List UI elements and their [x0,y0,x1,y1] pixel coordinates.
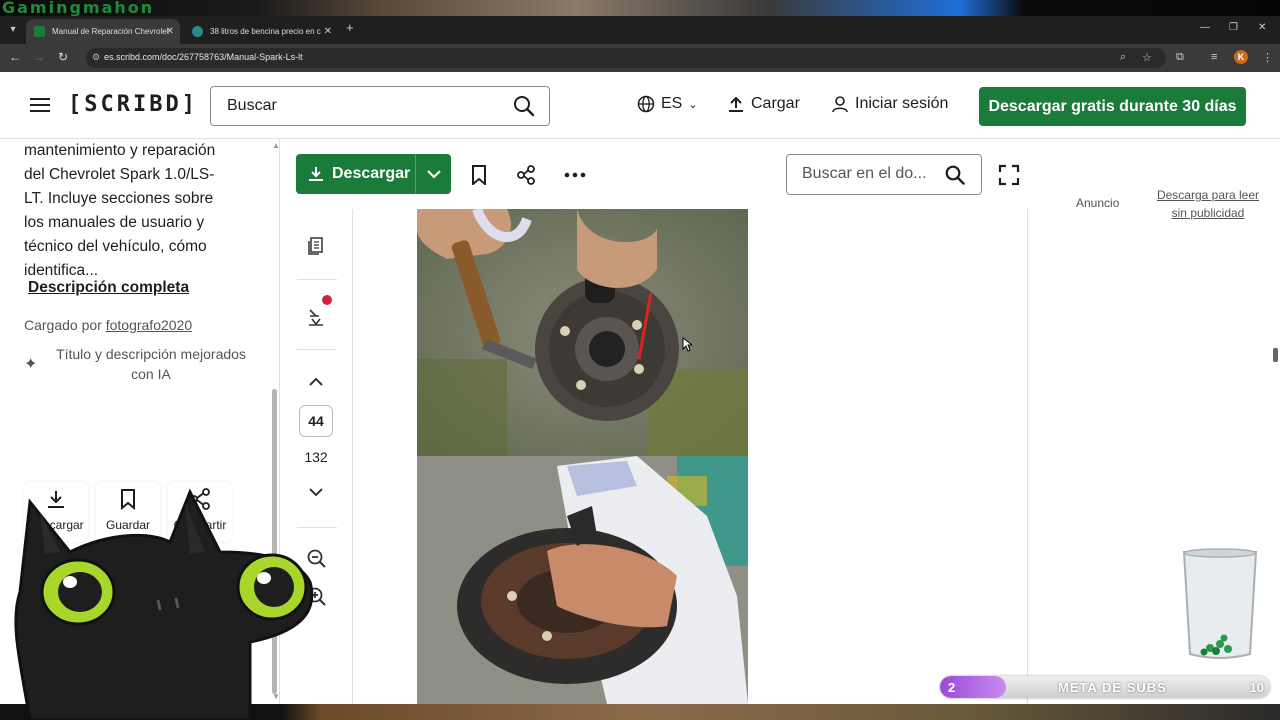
sparkle-icon: ✦ [24,356,38,373]
upload-icon [729,96,743,112]
full-description-link[interactable]: Descripción completa [28,279,189,297]
button-divider [415,154,416,194]
login-button[interactable]: Iniciar sesión [831,95,948,113]
chevron-up-icon[interactable] [307,375,325,387]
browser-tab-bar: ▾ Manual de Reparación Chevrolet ✕ 38 li… [0,16,1280,44]
search-icon[interactable] [513,95,535,117]
subs-goal-bar: 2 META DE SUBS 10 [940,676,1270,698]
document-search[interactable] [786,154,982,195]
mouse-cursor-icon [682,337,692,352]
globe-favicon-icon [192,26,203,37]
document-download-button[interactable]: Descargar [296,154,451,194]
scribd-logo[interactable]: [SCRIBD] [68,92,198,117]
minimize-icon[interactable]: — [1200,22,1210,33]
globe-icon [637,95,655,113]
ai-note-text: Título y descripción mejorados con IA [56,346,246,382]
tab-title: Manual de Reparación Chevrolet [52,27,169,36]
brake-drum-photo-top [417,209,748,456]
chevron-down-icon: ⌄ [688,98,698,111]
browser-menu-icon[interactable]: ⋮ [1262,51,1273,64]
zoom-icon[interactable]: ⌕ [1120,51,1126,64]
site-info-icon[interactable]: ⚙ [92,52,100,63]
scribd-favicon-icon [34,26,45,37]
uploaded-by: Cargado por fotografo2020 [24,317,192,333]
coin-jar-overlay [1180,548,1260,662]
browser-tab-scribd[interactable]: Manual de Reparación Chevrolet ✕ [26,19,180,44]
document-search-input[interactable] [802,165,937,183]
tab-close-icon[interactable]: ✕ [166,19,174,44]
user-icon [832,96,848,113]
upload-label: Cargar [751,95,800,112]
upload-button[interactable]: Cargar [727,95,800,113]
tab-search-menu-icon[interactable]: ▾ [4,21,22,39]
back-icon[interactable]: ← [7,50,23,64]
document-toolbar: Descargar [281,139,1045,209]
subs-title: META DE SUBS [1058,680,1167,695]
reload-icon[interactable]: ↻ [55,50,71,64]
tab-close-icon[interactable]: ✕ [324,19,332,44]
login-label: Iniciar sesión [855,95,949,112]
tab-title: 38 litros de bencina precio en c [210,27,321,36]
notification-dot [322,295,332,305]
document-download-label: Descargar [332,165,411,182]
site-header: [SCRIBD] ES ⌄ Cargar [0,72,1280,139]
free-trial-button[interactable]: Descargar gratis durante 30 días [979,87,1246,126]
language-selector[interactable]: ES ⌄ [637,95,698,113]
ai-note: ✦ Título y descripción mejorados con IA [24,344,254,384]
download-icon [309,167,323,181]
page-scroll-thumb[interactable] [1273,348,1278,362]
site-search-input[interactable] [227,97,497,115]
media-icon[interactable]: ≡ [1211,51,1217,63]
document-description: mantenimiento y reparación del Chevrolet… [24,142,216,279]
profile-avatar[interactable]: K [1234,50,1248,64]
maximize-icon[interactable]: ❐ [1229,22,1238,33]
bookmark-icon[interactable] [470,165,488,185]
browser-tab-bencina[interactable]: 38 litros de bencina precio en c ✕ [184,19,338,44]
subs-goal: 10 [1249,680,1264,695]
ad-free-link[interactable]: Descarga para leer sin publicidad [1148,186,1268,222]
share-icon[interactable] [516,165,536,185]
uploader-link[interactable]: fotografo2020 [106,317,192,333]
url-field[interactable]: ⚙ es.scribd.com/doc/267758763/Manual-Spa… [86,48,1166,68]
chevron-down-icon[interactable] [424,162,444,186]
forward-icon[interactable]: → [31,50,47,64]
document-viewer[interactable] [354,209,1028,704]
brake-drum-photo-bottom [417,456,748,704]
language-label: ES [661,95,683,112]
total-pages: 132 [304,449,328,465]
more-options-icon[interactable] [564,172,586,178]
site-search[interactable] [210,86,550,126]
ad-label: Anuncio [1076,196,1120,210]
uploaded-by-label: Cargado por [24,317,102,333]
cat-mascot-overlay [14,488,314,720]
document-outline-icon[interactable] [307,237,325,255]
window-close-icon[interactable]: ✕ [1258,22,1266,33]
stream-logo: Gamingmahon [2,0,155,17]
subs-current: 2 [948,680,956,695]
browser-address-bar: ← → ↻ ⚙ es.scribd.com/doc/267758763/Manu… [0,44,1280,72]
search-icon[interactable] [945,165,965,185]
hamburger-menu-icon[interactable] [30,98,50,116]
stream-top-strip: Gamingmahon [0,0,1280,17]
new-tab-icon[interactable]: + [346,20,354,35]
fullscreen-icon[interactable] [998,164,1020,186]
page-scrollbar[interactable] [1271,72,1280,704]
rail-divider [297,349,337,350]
bookmark-star-icon[interactable]: ☆ [1142,51,1152,64]
extensions-icon[interactable]: ⧉ [1176,51,1184,64]
current-page-input[interactable]: 44 [299,405,333,437]
rail-divider [297,279,337,280]
ai-assistant-icon[interactable] [307,307,325,327]
url-text: es.scribd.com/doc/267758763/Manual-Spark… [104,52,303,62]
